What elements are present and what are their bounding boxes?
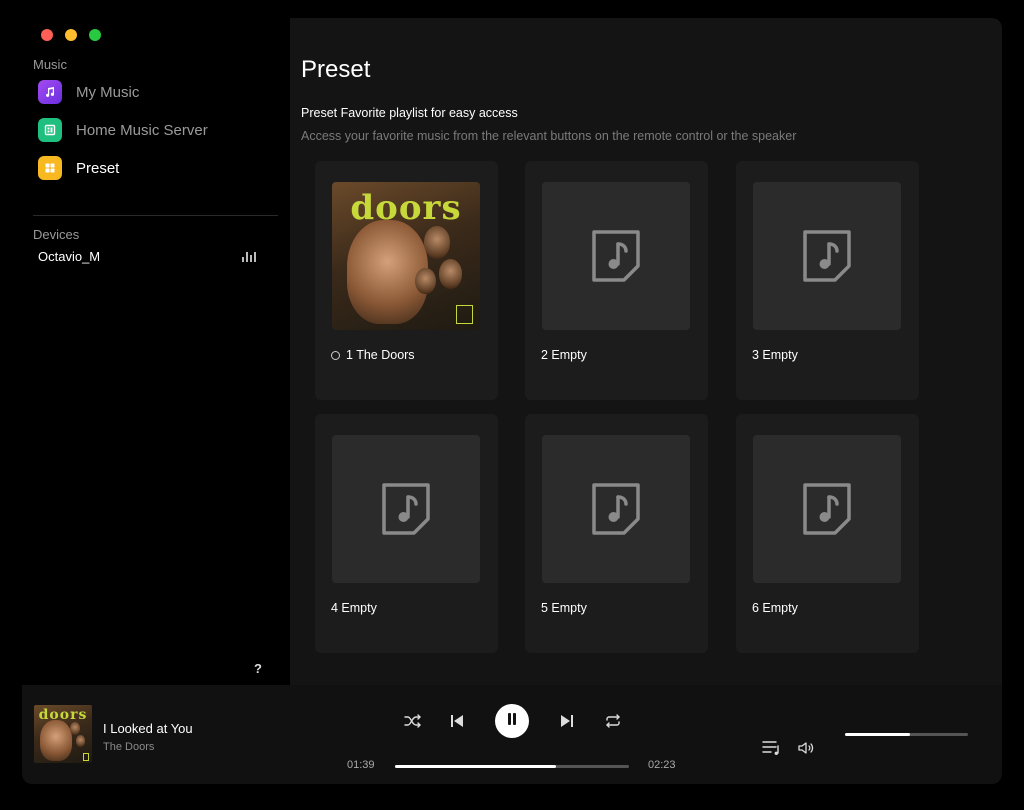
preset-card[interactable]: doors 1 The Doors [315,161,498,400]
window-controls [41,29,101,41]
now-playing-title: I Looked at You [103,721,193,736]
sidebar-item-label: Preset [76,159,120,177]
preset-card[interactable]: 5 Empty [525,414,708,653]
pause-button[interactable] [495,704,529,738]
pause-icon [506,712,518,731]
now-playing-album-art[interactable]: doors [34,705,92,763]
volume-fill [845,733,911,736]
sidebar-item-label: Home Music Server [76,121,208,139]
sidebar-divider [33,215,278,216]
preset-label: 1 The Doors [331,348,415,362]
shuffle-icon [404,713,422,733]
preset-label: 4 Empty [331,601,377,615]
zoom-window-button[interactable] [89,29,101,41]
sidebar: Music My Music Home Music Server Preset … [22,18,290,685]
empty-music-file-icon [753,435,901,583]
preset-grid-icon [38,156,62,180]
music-section-label: Music [33,57,67,72]
preset-label-text: 6 Empty [752,601,798,615]
preset-label-text: 4 Empty [331,601,377,615]
now-playing-artist: The Doors [103,741,155,753]
preset-label-text: 1 The Doors [346,348,415,362]
elapsed-time: 01:39 [347,759,375,771]
preset-label: 5 Empty [541,601,587,615]
device-name: Octavio_M [38,249,101,264]
progress-fill [395,765,557,768]
previous-track-button[interactable] [446,707,468,739]
music-note-icon [38,80,62,104]
total-duration: 02:23 [648,759,676,771]
preset-card[interactable]: 4 Empty [315,414,498,653]
next-track-button[interactable] [556,707,578,739]
sidebar-item-home-music-server[interactable]: Home Music Server [38,117,208,143]
signal-bars-icon [242,251,256,262]
repeat-button[interactable] [602,707,624,739]
empty-music-file-icon [753,182,901,330]
empty-music-file-icon [542,435,690,583]
preset-label: 6 Empty [752,601,798,615]
empty-music-file-icon [542,182,690,330]
devices-section-label: Devices [33,227,80,242]
preset-album-art: doors [332,182,480,330]
player-bar: doors I Looked at You The Doors 01:39 02… [22,685,1002,784]
queue-button[interactable] [761,737,783,763]
empty-music-file-icon [332,435,480,583]
preset-card[interactable]: 2 Empty [525,161,708,400]
sidebar-item-label: My Music [76,83,140,101]
close-window-button[interactable] [41,29,53,41]
sidebar-item-preset[interactable]: Preset [38,155,119,181]
minimize-window-button[interactable] [65,29,77,41]
main-content: Preset Preset Favorite playlist for easy… [290,18,1002,685]
page-description: Access your favorite music from the rele… [301,129,797,143]
preset-label: 2 Empty [541,348,587,362]
volume-slider[interactable] [845,733,968,736]
preset-label-text: 2 Empty [541,348,587,362]
server-icon [38,118,62,142]
repeat-icon [604,713,622,733]
previous-icon [450,714,464,733]
device-item[interactable]: Octavio_M [38,249,256,264]
page-subtitle: Preset Favorite playlist for easy access [301,106,518,120]
next-icon [560,714,574,733]
progress-bar[interactable] [395,765,629,768]
preset-label-text: 5 Empty [541,601,587,615]
playlist-queue-icon [762,740,782,761]
help-button[interactable]: ? [254,661,262,676]
preset-card[interactable]: 6 Empty [736,414,919,653]
app-window: Music My Music Home Music Server Preset … [22,18,1002,784]
page-title: Preset [301,56,371,83]
speaker-volume-icon [798,741,816,760]
sidebar-item-my-music[interactable]: My Music [38,79,139,105]
preset-label: 3 Empty [752,348,798,362]
shuffle-button[interactable] [402,707,424,739]
volume-button[interactable] [796,737,818,763]
album-logo-text: doors [350,188,462,228]
loading-spinner-icon [331,350,340,360]
preset-card[interactable]: 3 Empty [736,161,919,400]
preset-label-text: 3 Empty [752,348,798,362]
